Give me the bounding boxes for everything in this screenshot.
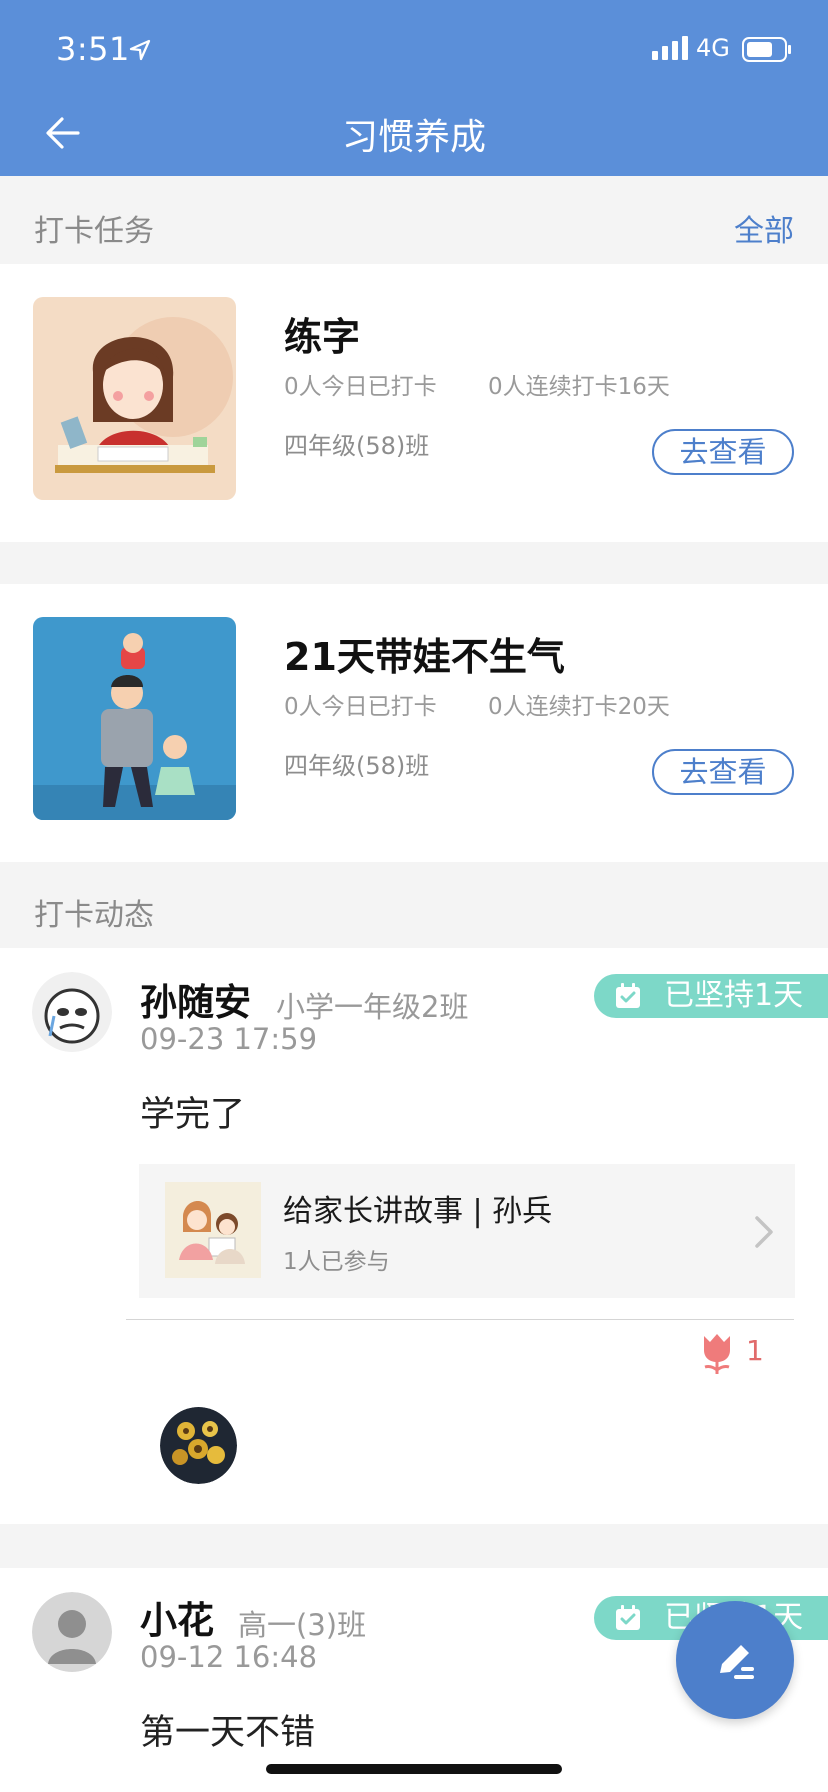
view-task-button[interactable]: 去查看 bbox=[652, 429, 794, 475]
top-bar: 3:51 4G 习惯养成 bbox=[0, 0, 828, 176]
cellular-signal-icon bbox=[652, 36, 688, 60]
task-class-name: 四年级(58)班 bbox=[284, 752, 430, 780]
streak-count: 0人连续打卡16天 bbox=[488, 374, 670, 400]
user-avatar[interactable] bbox=[32, 972, 112, 1052]
flower-like-icon[interactable] bbox=[700, 1332, 734, 1374]
user-name[interactable]: 孙随安 bbox=[140, 972, 251, 1026]
tasks-section-label: 打卡任务 bbox=[34, 214, 154, 249]
task-title: 练字 bbox=[284, 315, 361, 359]
user-name[interactable]: 小花 bbox=[140, 1590, 214, 1644]
today-checked-count: 0人今日已打卡 bbox=[284, 374, 437, 400]
write-post-button[interactable] bbox=[676, 1601, 794, 1719]
feed-post: 孙随安 小学一年级2班 09-23 17:59 已坚持1天 学完了 给家长讲故事… bbox=[0, 948, 828, 1524]
streak-badge-label: 已坚持1天 bbox=[664, 978, 804, 1013]
story-thumbnail bbox=[165, 1182, 261, 1278]
status-time: 3:51 bbox=[56, 30, 130, 68]
task-class-name: 四年级(58)班 bbox=[284, 432, 430, 460]
calendar-check-icon bbox=[616, 983, 640, 1008]
battery-icon bbox=[742, 37, 791, 62]
streak-badge: 已坚持1天 bbox=[594, 974, 828, 1018]
task-title: 21天带娃不生气 bbox=[284, 635, 565, 679]
user-avatar[interactable] bbox=[32, 1592, 112, 1672]
view-all-link[interactable]: 全部 bbox=[734, 206, 794, 250]
user-class: 高一(3)班 bbox=[238, 1608, 367, 1642]
network-type: 4G bbox=[696, 34, 730, 62]
chevron-right-icon bbox=[755, 1216, 773, 1248]
story-activity-card[interactable]: 给家长讲故事 | 孙兵 1人已参与 bbox=[139, 1164, 795, 1298]
task-card[interactable]: 练字 0人今日已打卡 0人连续打卡16天 四年级(58)班 去查看 bbox=[0, 264, 828, 542]
calendar-check-icon bbox=[616, 1605, 640, 1630]
post-time: 09-23 17:59 bbox=[140, 1022, 318, 1056]
story-participants: 1人已参与 bbox=[283, 1249, 390, 1275]
feed-section-label: 打卡动态 bbox=[34, 898, 154, 933]
today-checked-count: 0人今日已打卡 bbox=[284, 694, 437, 720]
home-indicator bbox=[266, 1764, 562, 1774]
task-thumbnail-writing bbox=[33, 297, 236, 500]
like-count: 1 bbox=[746, 1334, 764, 1367]
page-title: 习惯养成 bbox=[341, 117, 486, 158]
post-time: 09-12 16:48 bbox=[140, 1640, 318, 1674]
habit-formation-page: 3:51 4G 习惯养成 打卡任务 全部 练字 0人今日已打卡 0人连续打卡16… bbox=[0, 0, 828, 1792]
pen-icon bbox=[720, 1645, 754, 1679]
post-text: 学完了 bbox=[140, 1095, 246, 1135]
user-class: 小学一年级2班 bbox=[276, 990, 469, 1024]
story-title: 给家长讲故事 | 孙兵 bbox=[283, 1194, 553, 1229]
post-text: 第一天不错 bbox=[140, 1713, 316, 1753]
post-divider bbox=[126, 1319, 794, 1320]
streak-count: 0人连续打卡20天 bbox=[488, 694, 670, 720]
location-arrow-icon bbox=[129, 39, 151, 61]
liker-avatar[interactable] bbox=[160, 1407, 237, 1484]
task-card[interactable]: 21天带娃不生气 0人今日已打卡 0人连续打卡20天 四年级(58)班 去查看 bbox=[0, 584, 828, 862]
view-task-button[interactable]: 去查看 bbox=[652, 749, 794, 795]
task-thumbnail-parenting bbox=[33, 617, 236, 820]
